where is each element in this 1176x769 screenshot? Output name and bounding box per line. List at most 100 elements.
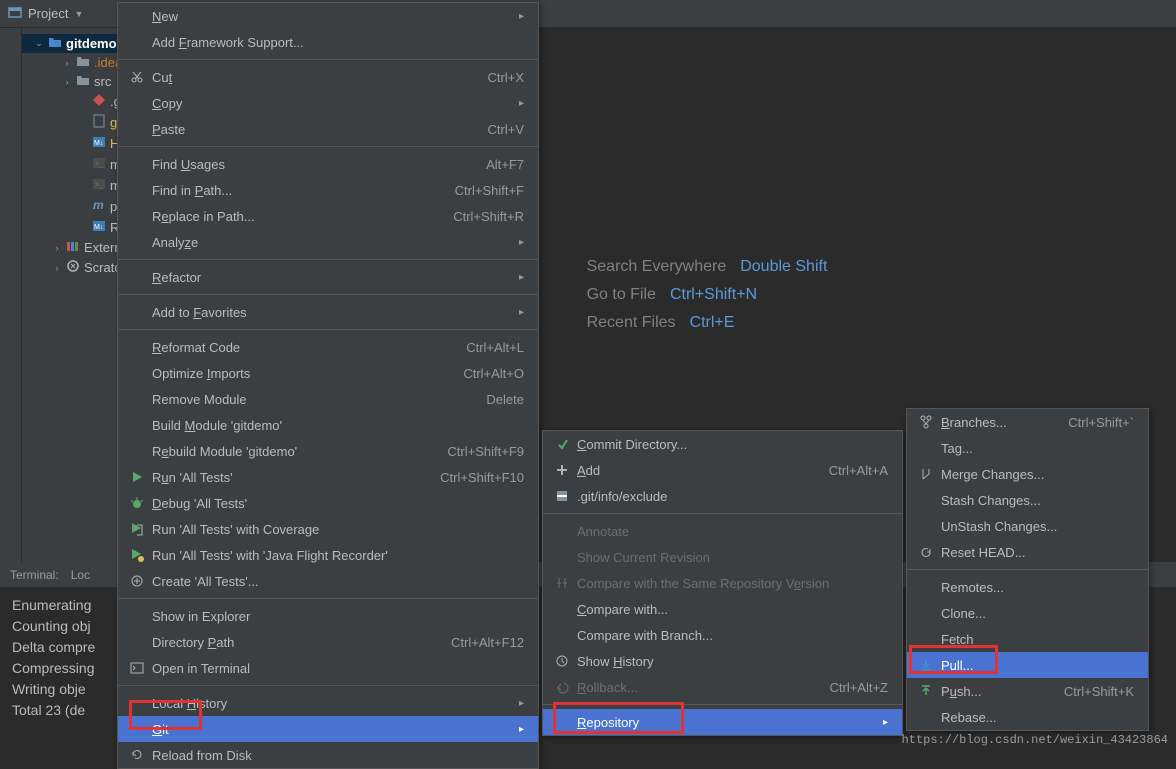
menu-item-show-in-explorer[interactable]: Show in Explorer [118,603,538,629]
menu-item-label: Fetch [941,632,1134,647]
menu-item-git[interactable]: Git▸ [118,716,538,742]
menu-item-directory-path[interactable]: Directory PathCtrl+Alt+F12 [118,629,538,655]
menu-item-rebuild-module-gitdemo[interactable]: Rebuild Module 'gitdemo'Ctrl+Shift+F9 [118,438,538,464]
blank-icon [128,721,146,737]
menu-item-add-to-favorites[interactable]: Add to Favorites▸ [118,299,538,325]
blank-icon [128,34,146,50]
menu-shortcut: Delete [486,392,524,407]
menu-item-replace-in-path[interactable]: Replace in Path...Ctrl+Shift+R [118,203,538,229]
menu-item-branches[interactable]: Branches...Ctrl+Shift+` [907,409,1148,435]
exclude-icon [553,488,571,504]
chevron-right-icon: › [52,263,62,273]
menu-item-new[interactable]: New▸ [118,3,538,29]
editor-hint: Go to File Ctrl+Shift+N [587,286,828,304]
jfr-icon [128,547,146,563]
menu-item-build-module-gitdemo[interactable]: Build Module 'gitdemo' [118,412,538,438]
menu-item-analyze[interactable]: Analyze▸ [118,229,538,255]
menu-item-run-all-tests-with-coverage[interactable]: Run 'All Tests' with Coverage [118,516,538,542]
hint-shortcut: Ctrl+Shift+N [670,286,757,304]
context-menu-repository: Branches...Ctrl+Shift+` Tag... Merge Chang… [906,408,1149,731]
menu-item-clone[interactable]: Clone... [907,600,1148,626]
menu-item-add-framework-support[interactable]: Add Framework Support... [118,29,538,55]
menu-item-run-all-tests[interactable]: Run 'All Tests' Ctrl+Shift+F10 [118,464,538,490]
tree-item-label: src [94,74,111,89]
blank-icon [917,631,935,647]
menu-item-reload-from-disk[interactable]: Reload from Disk [118,742,538,768]
menu-item-tag[interactable]: Tag... [907,435,1148,461]
hint-label: Go to File [587,286,656,304]
menu-item-merge-changes[interactable]: Merge Changes... [907,461,1148,487]
menu-item-label: Build Module 'gitdemo' [152,418,524,433]
menu-item-label: Compare with the Same Repository Version [577,576,888,591]
menu-item-label: Commit Directory... [577,437,888,452]
menu-item-compare-with[interactable]: Compare with... [543,596,902,622]
blank-icon [128,234,146,250]
menu-item-label: .git/info/exclude [577,489,888,504]
blank-icon [917,492,935,508]
menu-item-label: Find Usages [152,157,462,172]
menu-item-stash-changes[interactable]: Stash Changes... [907,487,1148,513]
blank-icon [128,121,146,137]
blank-icon [128,269,146,285]
menu-item-label: Repository [577,715,863,730]
menu-item-paste[interactable]: PasteCtrl+V [118,116,538,142]
menu-item-reset-head[interactable]: Reset HEAD... [907,539,1148,565]
menu-item-unstash-changes[interactable]: UnStash Changes... [907,513,1148,539]
menu-item-label: Remotes... [941,580,1134,595]
terminal-tab[interactable]: Loc [71,568,90,582]
menu-item-remove-module[interactable]: Remove ModuleDelete [118,386,538,412]
menu-shortcut: Ctrl+Shift+F [455,183,524,198]
menu-item-label: Add Framework Support... [152,35,524,50]
menu-item-fetch[interactable]: Fetch [907,626,1148,652]
menu-item-pull[interactable]: Pull... [907,652,1148,678]
menu-item-label: Stash Changes... [941,493,1134,508]
menu-item-label: Tag... [941,441,1134,456]
menu-item-refactor[interactable]: Refactor▸ [118,264,538,290]
menu-item-push[interactable]: Push...Ctrl+Shift+K [907,678,1148,704]
menu-item-run-all-tests-with-java-flight-recorder[interactable]: Run 'All Tests' with 'Java Flight Record… [118,542,538,568]
folder-icon [48,36,62,51]
project-label[interactable]: Project [28,6,68,21]
menu-item-remotes[interactable]: Remotes... [907,574,1148,600]
menu-item-repository[interactable]: Repository▸ [543,709,902,735]
context-menu-git: Commit Directory... AddCtrl+Alt+A .git/inf… [542,430,903,736]
menu-item-add[interactable]: AddCtrl+Alt+A [543,457,902,483]
submenu-arrow-icon: ▸ [519,98,524,109]
file-icon [76,74,90,89]
menu-item-find-in-path[interactable]: Find in Path...Ctrl+Shift+F [118,177,538,203]
branch-icon [917,414,935,430]
blank-icon [917,440,935,456]
chevron-down-icon[interactable]: ▼ [74,9,83,19]
menu-item-debug-all-tests[interactable]: Debug 'All Tests' [118,490,538,516]
chevron-right-icon: › [52,243,62,253]
menu-item-optimize-imports[interactable]: Optimize ImportsCtrl+Alt+O [118,360,538,386]
editor-hint: Search EverywhereDouble Shift [587,258,828,276]
file-icon: M↓ [92,219,106,236]
hint-shortcut: Ctrl+E [690,314,735,332]
merge-icon [917,466,935,482]
menu-item-compare-with-branch[interactable]: Compare with Branch... [543,622,902,648]
menu-item-reformat-code[interactable]: Reformat CodeCtrl+Alt+L [118,334,538,360]
menu-item-create-all-tests[interactable]: Create 'All Tests'... [118,568,538,594]
blank-icon [128,156,146,172]
menu-item-local-history[interactable]: Local History▸ [118,690,538,716]
blank-icon [553,714,571,730]
blank-icon [128,608,146,624]
menu-item-show-history[interactable]: Show History [543,648,902,674]
menu-item-commit-directory[interactable]: Commit Directory... [543,431,902,457]
menu-item-label: UnStash Changes... [941,519,1134,534]
menu-shortcut: Ctrl+Shift+F10 [440,470,524,485]
submenu-arrow-icon: ▸ [519,724,524,735]
menu-item-copy[interactable]: Copy▸ [118,90,538,116]
menu-item-label: Run 'All Tests' [152,470,416,485]
reset-icon [917,544,935,560]
menu-item-label: Reset HEAD... [941,545,1134,560]
menu-item-git-info-exclude[interactable]: .git/info/exclude [543,483,902,509]
menu-item-find-usages[interactable]: Find UsagesAlt+F7 [118,151,538,177]
menu-item-rebase[interactable]: Rebase... [907,704,1148,730]
menu-item-open-in-terminal[interactable]: Open in Terminal [118,655,538,681]
menu-item-label: Compare with Branch... [577,628,888,643]
run-icon [128,469,146,485]
menu-item-cut[interactable]: CutCtrl+X [118,64,538,90]
menu-item-label: Annotate [577,524,888,539]
